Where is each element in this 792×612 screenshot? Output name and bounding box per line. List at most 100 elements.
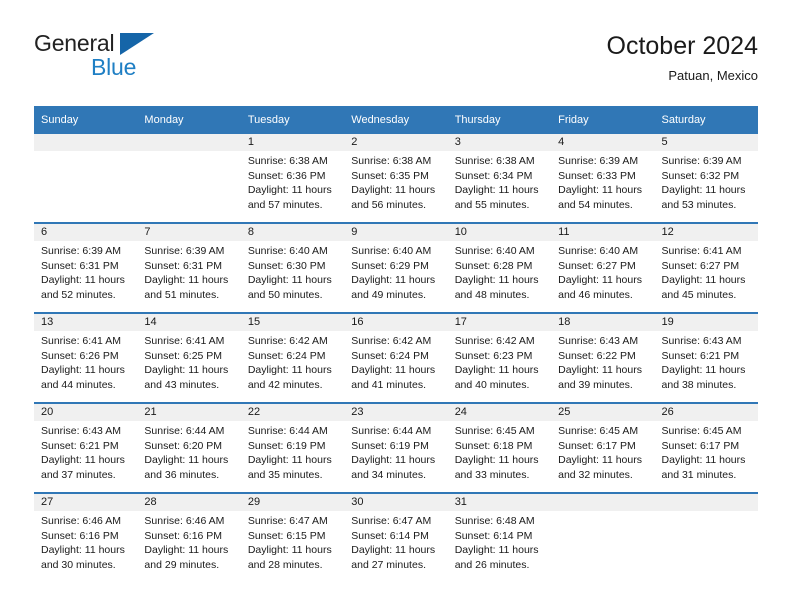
- day-number: 21: [137, 404, 241, 421]
- daylight-text-line2: and 26 minutes.: [454, 558, 530, 571]
- daylight-text-line1: Daylight: 11 hours: [558, 454, 642, 467]
- day-cell[interactable]: [551, 492, 655, 582]
- day-details: [551, 511, 654, 514]
- day-details: Sunrise: 6:46 AM Sunset: 6:16 PM Dayligh…: [34, 511, 137, 572]
- daylight-text-line2: and 32 minutes.: [558, 468, 633, 481]
- sunset-text: Sunset: 6:21 PM: [41, 439, 119, 452]
- day-cell[interactable]: 14 Sunrise: 6:41 AM Sunset: 6:25 PM Dayl…: [137, 312, 241, 403]
- day-details: Sunrise: 6:43 AM Sunset: 6:22 PM Dayligh…: [551, 331, 654, 392]
- day-details: Sunrise: 6:44 AM Sunset: 6:20 PM Dayligh…: [137, 421, 240, 482]
- day-cell[interactable]: 16 Sunrise: 6:42 AM Sunset: 6:24 PM Dayl…: [344, 312, 448, 403]
- day-number: 27: [34, 494, 138, 511]
- day-cell[interactable]: 12 Sunrise: 6:41 AM Sunset: 6:27 PM Dayl…: [654, 222, 758, 313]
- day-details: Sunrise: 6:38 AM Sunset: 6:36 PM Dayligh…: [241, 151, 344, 212]
- day-details: Sunrise: 6:44 AM Sunset: 6:19 PM Dayligh…: [241, 421, 344, 482]
- day-cell[interactable]: 25 Sunrise: 6:45 AM Sunset: 6:17 PM Dayl…: [551, 402, 655, 493]
- sunrise-text: Sunrise: 6:41 AM: [144, 335, 225, 347]
- day-cell[interactable]: [654, 492, 758, 582]
- day-number: 4: [551, 134, 655, 151]
- day-number: 28: [137, 494, 241, 511]
- day-cell[interactable]: 4 Sunrise: 6:39 AM Sunset: 6:33 PM Dayli…: [551, 134, 655, 223]
- day-details: Sunrise: 6:47 AM Sunset: 6:15 PM Dayligh…: [241, 511, 344, 572]
- day-number: 24: [447, 404, 552, 421]
- sunrise-text: Sunrise: 6:39 AM: [661, 155, 742, 167]
- daylight-text-line1: Daylight: 11 hours: [454, 364, 539, 377]
- day-number: 3: [447, 134, 552, 151]
- daylight-text-line2: and 27 minutes.: [351, 558, 426, 571]
- day-cell[interactable]: 26 Sunrise: 6:45 AM Sunset: 6:17 PM Dayl…: [654, 402, 758, 493]
- day-details: Sunrise: 6:40 AM Sunset: 6:30 PM Dayligh…: [241, 241, 344, 302]
- day-number: 12: [654, 224, 758, 241]
- day-cell[interactable]: 2 Sunrise: 6:38 AM Sunset: 6:35 PM Dayli…: [344, 134, 448, 223]
- day-cell[interactable]: 13 Sunrise: 6:41 AM Sunset: 6:26 PM Dayl…: [34, 312, 138, 403]
- logo-text-blue: Blue: [91, 54, 137, 80]
- day-cell[interactable]: 15 Sunrise: 6:42 AM Sunset: 6:24 PM Dayl…: [240, 312, 345, 403]
- day-cell[interactable]: 30 Sunrise: 6:47 AM Sunset: 6:14 PM Dayl…: [344, 492, 448, 582]
- sunrise-text: Sunrise: 6:42 AM: [454, 335, 535, 347]
- day-cell[interactable]: 8 Sunrise: 6:40 AM Sunset: 6:30 PM Dayli…: [240, 222, 345, 313]
- day-cell[interactable]: 17 Sunrise: 6:42 AM Sunset: 6:23 PM Dayl…: [447, 312, 552, 403]
- day-cell[interactable]: 9 Sunrise: 6:40 AM Sunset: 6:29 PM Dayli…: [344, 222, 448, 313]
- daylight-text-line2: and 57 minutes.: [247, 198, 323, 211]
- day-cell[interactable]: 1 Sunrise: 6:38 AM Sunset: 6:36 PM Dayli…: [240, 134, 345, 223]
- day-cell[interactable]: [137, 134, 241, 223]
- calendar-week-row: 1 Sunrise: 6:38 AM Sunset: 6:36 PM Dayli…: [34, 134, 758, 223]
- day-cell[interactable]: 23 Sunrise: 6:44 AM Sunset: 6:19 PM Dayl…: [344, 402, 448, 493]
- daylight-text-line2: and 54 minutes.: [558, 198, 633, 211]
- title-block: October 2024 Patuan, Mexico: [607, 30, 759, 86]
- day-number: 11: [551, 224, 655, 241]
- day-number: 1: [240, 134, 345, 151]
- day-cell[interactable]: 21 Sunrise: 6:44 AM Sunset: 6:20 PM Dayl…: [137, 402, 241, 493]
- day-number: 9: [344, 224, 448, 241]
- sunrise-text: Sunrise: 6:45 AM: [661, 425, 742, 437]
- day-number: 23: [344, 404, 448, 421]
- day-number: 31: [447, 494, 552, 511]
- sunrise-text: Sunrise: 6:47 AM: [247, 515, 328, 527]
- day-cell[interactable]: [34, 134, 138, 223]
- weekday-header-monday: Monday: [137, 106, 241, 134]
- day-cell[interactable]: 19 Sunrise: 6:43 AM Sunset: 6:21 PM Dayl…: [654, 312, 758, 403]
- day-cell[interactable]: 31 Sunrise: 6:48 AM Sunset: 6:14 PM Dayl…: [447, 492, 552, 582]
- sunrise-text: Sunrise: 6:39 AM: [41, 245, 121, 257]
- day-details: Sunrise: 6:43 AM Sunset: 6:21 PM Dayligh…: [34, 421, 137, 482]
- day-cell[interactable]: 29 Sunrise: 6:47 AM Sunset: 6:15 PM Dayl…: [240, 492, 345, 582]
- sunset-text: Sunset: 6:33 PM: [558, 169, 636, 182]
- day-number: 7: [137, 224, 241, 241]
- daylight-text-line2: and 35 minutes.: [247, 468, 323, 481]
- sunset-text: Sunset: 6:22 PM: [558, 349, 636, 362]
- daylight-text-line1: Daylight: 11 hours: [144, 274, 229, 287]
- day-cell[interactable]: 22 Sunrise: 6:44 AM Sunset: 6:19 PM Dayl…: [240, 402, 345, 493]
- daylight-text-line2: and 42 minutes.: [247, 378, 323, 391]
- day-details: [137, 151, 240, 154]
- day-details: Sunrise: 6:40 AM Sunset: 6:28 PM Dayligh…: [448, 241, 551, 302]
- day-cell[interactable]: 27 Sunrise: 6:46 AM Sunset: 6:16 PM Dayl…: [34, 492, 138, 582]
- day-cell[interactable]: 18 Sunrise: 6:43 AM Sunset: 6:22 PM Dayl…: [551, 312, 655, 403]
- daylight-text-line2: and 37 minutes.: [41, 468, 116, 481]
- day-number: 17: [447, 314, 552, 331]
- daylight-text-line1: Daylight: 11 hours: [144, 544, 229, 557]
- day-cell[interactable]: 24 Sunrise: 6:45 AM Sunset: 6:18 PM Dayl…: [447, 402, 552, 493]
- day-cell[interactable]: 11 Sunrise: 6:40 AM Sunset: 6:27 PM Dayl…: [551, 222, 655, 313]
- daylight-text-line1: Daylight: 11 hours: [351, 274, 436, 287]
- daylight-text-line2: and 53 minutes.: [661, 198, 737, 211]
- day-number: [551, 494, 655, 511]
- day-details: Sunrise: 6:38 AM Sunset: 6:35 PM Dayligh…: [344, 151, 447, 212]
- day-cell[interactable]: 20 Sunrise: 6:43 AM Sunset: 6:21 PM Dayl…: [34, 402, 138, 493]
- day-cell[interactable]: 6 Sunrise: 6:39 AM Sunset: 6:31 PM Dayli…: [34, 222, 138, 313]
- day-cell[interactable]: 7 Sunrise: 6:39 AM Sunset: 6:31 PM Dayli…: [137, 222, 241, 313]
- sunset-text: Sunset: 6:16 PM: [41, 529, 119, 542]
- day-cell[interactable]: 28 Sunrise: 6:46 AM Sunset: 6:16 PM Dayl…: [137, 492, 241, 582]
- day-cell[interactable]: 3 Sunrise: 6:38 AM Sunset: 6:34 PM Dayli…: [447, 134, 552, 223]
- day-details: Sunrise: 6:43 AM Sunset: 6:21 PM Dayligh…: [655, 331, 758, 392]
- day-details: Sunrise: 6:46 AM Sunset: 6:16 PM Dayligh…: [137, 511, 240, 572]
- daylight-text-line2: and 34 minutes.: [351, 468, 426, 481]
- day-details: Sunrise: 6:42 AM Sunset: 6:24 PM Dayligh…: [241, 331, 344, 392]
- daylight-text-line1: Daylight: 11 hours: [454, 454, 539, 467]
- day-cell[interactable]: 10 Sunrise: 6:40 AM Sunset: 6:28 PM Dayl…: [447, 222, 552, 313]
- calendar-header-row: Sunday Monday Tuesday Wednesday Thursday…: [34, 106, 758, 134]
- day-number: 15: [240, 314, 345, 331]
- daylight-text-line2: and 48 minutes.: [454, 288, 530, 301]
- day-cell[interactable]: 5 Sunrise: 6:39 AM Sunset: 6:32 PM Dayli…: [654, 134, 758, 223]
- sunset-text: Sunset: 6:18 PM: [454, 439, 533, 452]
- daylight-text-line2: and 36 minutes.: [144, 468, 220, 481]
